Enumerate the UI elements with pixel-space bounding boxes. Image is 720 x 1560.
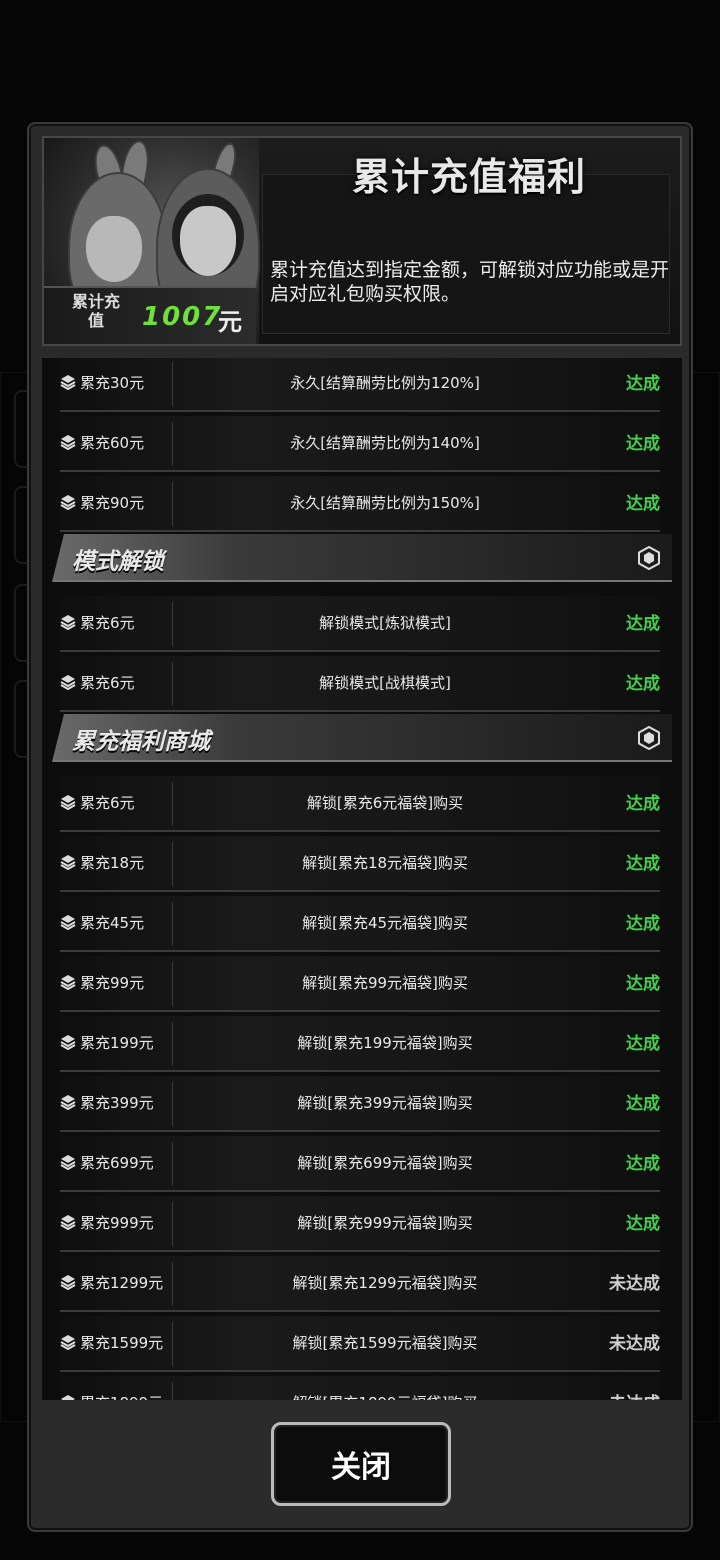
- total-recharge-box: 累计充值 1007 元: [44, 286, 256, 344]
- requirement: 累充999元: [80, 1214, 154, 1232]
- status-badge: 达成: [626, 674, 660, 694]
- status-badge: 未达成: [609, 1334, 660, 1354]
- list-item: 累充1899元 解锁[累充1899元福袋]购买 未达成: [60, 1376, 660, 1400]
- status-badge: 达成: [626, 1214, 660, 1234]
- stack-icon: [60, 1035, 76, 1050]
- requirement: 累充6元: [80, 674, 135, 692]
- requirement: 累充99元: [80, 974, 145, 992]
- stack-icon: [60, 375, 76, 390]
- total-recharge-label: 累计充值: [71, 292, 120, 330]
- list-item: 累充999元 解锁[累充999元福袋]购买 达成: [60, 1196, 660, 1252]
- stack-icon: [60, 1335, 76, 1350]
- list-item: 累充60元 永久[结算酬劳比例为140%] 达成: [60, 416, 660, 472]
- requirement: 累充18元: [80, 854, 145, 872]
- hexagon-icon: [638, 726, 660, 750]
- stack-icon: [60, 615, 76, 630]
- status-badge: 达成: [626, 374, 660, 394]
- requirement: 累充399元: [80, 1094, 154, 1112]
- status-badge: 达成: [626, 794, 660, 814]
- reward: 解锁[累充999元福袋]购买: [297, 1214, 473, 1232]
- reward: 解锁[累充699元福袋]购买: [297, 1154, 473, 1172]
- reward: 解锁[累充199元福袋]购买: [297, 1034, 473, 1052]
- stack-icon: [61, 1395, 75, 1400]
- list-item: 累充18元 解锁[累充18元福袋]购买 达成: [60, 836, 660, 892]
- requirement: 累充199元: [80, 1034, 154, 1052]
- list-item: 累充45元 解锁[累充45元福袋]购买 达成: [60, 896, 660, 952]
- requirement: 累充45元: [80, 914, 145, 932]
- stack-icon: [60, 675, 76, 690]
- list-item: 累充199元 解锁[累充199元福袋]购买 达成: [60, 1016, 660, 1072]
- stack-icon: [60, 1095, 76, 1110]
- dialog-header: 累计充值福利 累计充值达到指定金额，可解锁对应功能或是开启对应礼包购买权限。 累…: [42, 136, 682, 346]
- requirement: 累充60元: [80, 434, 145, 452]
- reward: 解锁[累充99元福袋]购买: [302, 974, 468, 992]
- reward: 解锁模式[战棋模式]: [319, 674, 451, 692]
- status-badge: 达成: [626, 854, 660, 874]
- section-header-mode-unlock: 模式解锁: [52, 534, 672, 582]
- status-badge: 未达成: [590, 1389, 660, 1400]
- status-badge: 未达成: [609, 1274, 660, 1294]
- requirement: 累充30元: [80, 374, 145, 392]
- list-item: 累充1599元 解锁[累充1599元福袋]购买 未达成: [60, 1316, 660, 1372]
- stack-icon: [60, 1215, 76, 1230]
- stack-icon: [60, 855, 76, 870]
- total-recharge-value: 1007: [142, 302, 223, 332]
- stack-icon: [60, 1275, 76, 1290]
- requirement: 累充1599元: [80, 1334, 164, 1352]
- section-header-recharge-shop: 累充福利商城: [52, 714, 672, 762]
- dialog-title: 累计充值福利: [351, 155, 586, 199]
- reward: 解锁[累充6元福袋]购买: [306, 794, 464, 812]
- dialog-description: 累计充值达到指定金额，可解锁对应功能或是开启对应礼包购买权限。: [270, 259, 670, 305]
- stack-icon: [60, 1155, 76, 1170]
- reward-list[interactable]: 累充30元 永久[结算酬劳比例为120%] 达成 累充60元 永久[结算酬劳比例…: [42, 358, 682, 1400]
- status-badge: 达成: [626, 494, 660, 514]
- stack-icon: [60, 915, 76, 930]
- status-badge: 达成: [626, 434, 660, 454]
- list-item: 累充6元 解锁模式[炼狱模式] 达成: [60, 596, 660, 652]
- status-badge: 达成: [626, 974, 660, 994]
- list-item: 累充6元 解锁模式[战棋模式] 达成: [60, 656, 660, 712]
- reward: 解锁[累充18元福袋]购买: [302, 854, 468, 872]
- reward: 解锁[累充1899元福袋]购买: [180, 1392, 590, 1400]
- reward: 永久[结算酬劳比例为140%]: [290, 434, 480, 452]
- reward: 解锁[累充1299元福袋]购买: [292, 1274, 478, 1292]
- requirement: 累充90元: [80, 494, 145, 512]
- list-item: 累充90元 永久[结算酬劳比例为150%] 达成: [60, 476, 660, 532]
- reward: 永久[结算酬劳比例为150%]: [290, 494, 480, 512]
- requirement: 累充6元: [80, 794, 135, 812]
- close-button[interactable]: 关闭: [271, 1422, 451, 1506]
- status-badge: 达成: [626, 1154, 660, 1174]
- stack-icon: [60, 795, 76, 810]
- reward: 解锁[累充45元福袋]购买: [302, 914, 468, 932]
- reward: 解锁模式[炼狱模式]: [319, 614, 451, 632]
- status-badge: 达成: [626, 1034, 660, 1054]
- section-title: 累充福利商城: [72, 729, 210, 755]
- requirement: 累充1299元: [80, 1274, 164, 1292]
- list-item: 累充6元 解锁[累充6元福袋]购买 达成: [60, 776, 660, 832]
- status-badge: 达成: [626, 914, 660, 934]
- list-item: 累充99元 解锁[累充99元福袋]购买 达成: [60, 956, 660, 1012]
- status-badge: 达成: [626, 1094, 660, 1114]
- hexagon-icon: [638, 546, 660, 570]
- requirement: 累充1899元: [80, 1392, 163, 1400]
- list-item: 累充399元 解锁[累充399元福袋]购买 达成: [60, 1076, 660, 1132]
- requirement: 累充6元: [80, 614, 135, 632]
- stack-icon: [60, 435, 76, 450]
- section-title: 模式解锁: [72, 549, 164, 575]
- requirement: 累充699元: [80, 1154, 154, 1172]
- stack-icon: [60, 975, 76, 990]
- list-item: 累充699元 解锁[累充699元福袋]购买 达成: [60, 1136, 660, 1192]
- status-badge: 达成: [626, 614, 660, 634]
- total-recharge-unit: 元: [218, 308, 242, 336]
- reward: 解锁[累充1599元福袋]购买: [292, 1334, 478, 1352]
- reward: 解锁[累充399元福袋]购买: [297, 1094, 473, 1112]
- reward: 永久[结算酬劳比例为120%]: [290, 374, 480, 392]
- list-item: 累充1299元 解锁[累充1299元福袋]购买 未达成: [60, 1256, 660, 1312]
- cumulative-recharge-dialog: 累计充值福利 累计充值达到指定金额，可解锁对应功能或是开启对应礼包购买权限。 累…: [27, 122, 693, 1532]
- list-item: 累充30元 永久[结算酬劳比例为120%] 达成: [60, 358, 660, 412]
- stack-icon: [60, 495, 76, 510]
